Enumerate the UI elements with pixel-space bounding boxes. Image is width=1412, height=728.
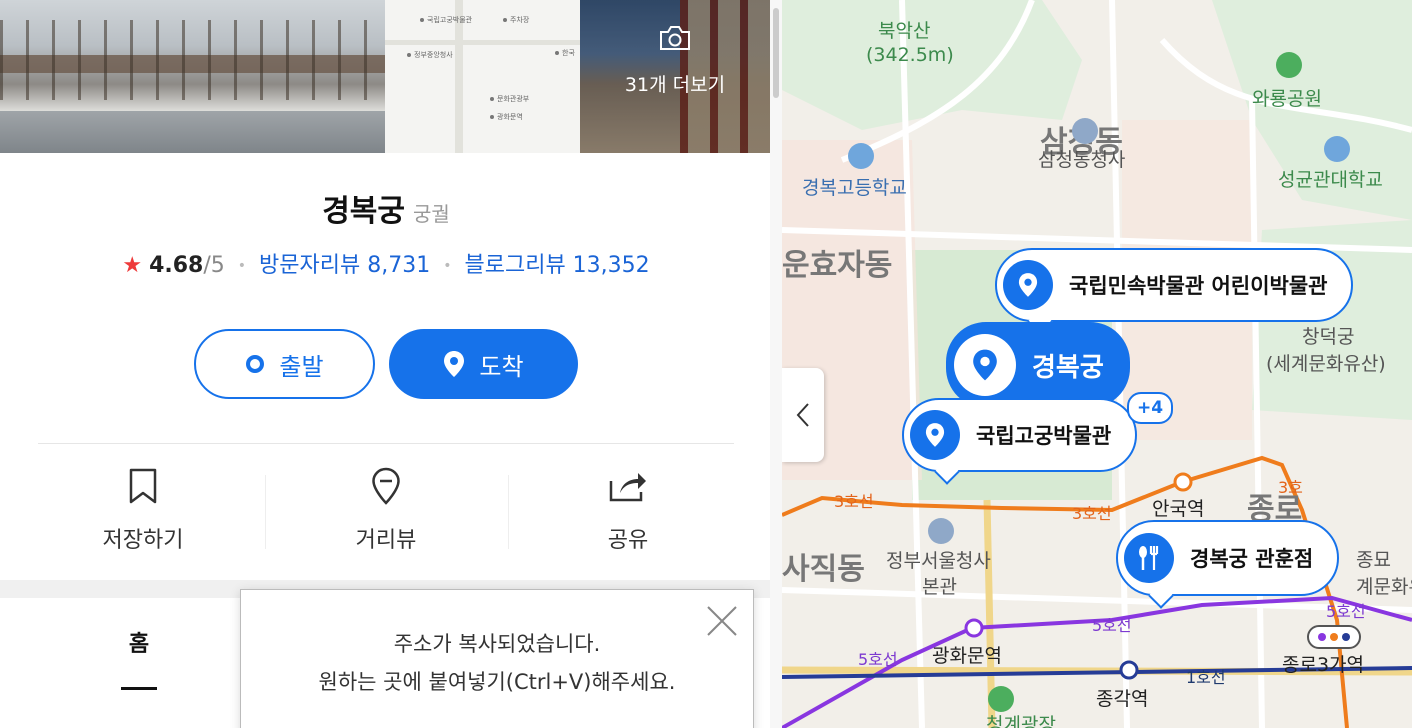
blog-reviews-link[interactable]: 블로그리뷰 13,352 — [464, 253, 649, 278]
start-button[interactable]: 출발 — [194, 329, 375, 399]
map-label: (342.5m) — [866, 44, 954, 66]
subway-line-label: 1호선 — [1186, 668, 1226, 687]
map-label: (세계문화유산) — [1266, 353, 1386, 375]
location-pin-icon — [910, 410, 960, 460]
star-icon: ★ — [122, 253, 143, 278]
station-label: 안국역 — [1152, 498, 1205, 520]
station-label: 광화문역 — [932, 645, 1002, 667]
street-view-label: 거리뷰 — [355, 528, 417, 553]
place-detail-panel: 국립고궁박물관 주차장 정부중앙청사 한국 문화관광부 광화문역 31개 더보기… — [0, 0, 772, 728]
separator-dot: • — [443, 258, 452, 274]
share-action[interactable]: 공유 — [528, 466, 728, 554]
map-label: 북악산 — [878, 20, 931, 42]
rating-row: ★ 4.68/5 • 방문자리뷰 8,731 • 블로그리뷰 13,352 — [0, 247, 772, 279]
street-view-pin-icon — [286, 466, 486, 506]
rating-value: 4.68 — [149, 253, 204, 278]
panel-scrollbar[interactable] — [770, 0, 782, 728]
park-icon — [988, 686, 1014, 712]
separator-dot: • — [237, 258, 247, 274]
map-label: 운효자동 — [782, 248, 893, 283]
more-pins-badge[interactable]: +4 — [1127, 392, 1174, 424]
chevron-left-icon — [796, 403, 809, 427]
tab-home[interactable]: 홈 — [96, 626, 182, 658]
mini-map-label: 문화관광부 — [490, 94, 529, 104]
school-icon — [1324, 136, 1350, 162]
collapse-panel-button[interactable] — [782, 368, 824, 462]
save-label: 저장하기 — [102, 528, 184, 553]
start-dot-icon — [245, 354, 265, 374]
map-pin-label: 경복궁 — [1032, 352, 1104, 383]
divider — [38, 443, 734, 444]
tab-active-indicator — [121, 687, 157, 690]
map-view[interactable]: 북악산 (342.5m) 와룡공원 삼청동 삼청동청사 성균관대학교 경복고등학… — [782, 0, 1412, 728]
map-label: 경복고등학교 — [802, 177, 907, 199]
copy-toast: 주소가 복사되었습니다. 원하는 곳에 붙여넣기(Ctrl+V)해주세요. — [240, 589, 754, 728]
mini-map-label: 한국 — [555, 48, 575, 58]
place-photo-main[interactable] — [0, 0, 385, 153]
place-name: 경복궁 — [322, 194, 405, 229]
location-pin-icon — [1003, 260, 1053, 310]
subway-line-label: 5호선 — [858, 650, 898, 669]
rating-max: /5 — [203, 253, 225, 278]
camera-icon — [660, 26, 690, 50]
street-view-action[interactable]: 거리뷰 — [286, 466, 486, 554]
photo-road — [0, 111, 385, 153]
place-category: 궁궐 — [413, 202, 450, 226]
map-label: 삼청동청사 — [1038, 149, 1126, 171]
share-label: 공유 — [607, 528, 649, 553]
destination-button[interactable]: 도착 — [389, 329, 578, 399]
action-separator — [265, 475, 266, 549]
save-action[interactable]: 저장하기 — [43, 466, 243, 554]
mini-map-label: 광화문역 — [490, 112, 523, 122]
toast-message: 주소가 복사되었습니다. — [393, 632, 601, 656]
map-pin-label: 국립고궁박물관 — [976, 424, 1112, 448]
map-pin-folk-museum[interactable]: 국립민속박물관 어린이박물관 — [995, 248, 1354, 322]
subway-line-label: 5호선 — [1092, 616, 1132, 635]
toast-hint: 원하는 곳에 붙여넣기(Ctrl+V)해주세요. — [318, 670, 676, 694]
map-pin-selected[interactable]: 경복궁 — [946, 322, 1130, 408]
map-pin-restaurant[interactable]: 경복궁 관훈점 — [1116, 520, 1340, 596]
subway-line-label: 3호선 — [1072, 504, 1112, 523]
map-label: 와룡공원 — [1252, 88, 1322, 110]
building-icon — [928, 518, 954, 544]
map-label: 계문화유 — [1356, 576, 1412, 598]
station-label: 종로3가역 — [1282, 654, 1365, 676]
visitor-reviews-link[interactable]: 방문자리뷰 8,731 — [259, 253, 430, 278]
photo-trees — [0, 20, 385, 100]
map-label: 사직동 — [782, 552, 865, 587]
action-separator — [508, 475, 509, 549]
map-label: 청계광장 — [986, 714, 1056, 728]
subway-line-label: 3호선 — [834, 492, 874, 511]
place-title: 경복궁 궁궐 — [0, 186, 772, 230]
more-photos-button[interactable]: 31개 더보기 — [580, 0, 770, 153]
map-label: 본관 — [922, 576, 957, 598]
map-label: 종묘 — [1356, 549, 1391, 571]
subway-line-label: 5호선 — [1326, 602, 1366, 621]
map-pin-label: 경복궁 관훈점 — [1190, 547, 1314, 571]
subway-line-label: 3호 — [1278, 478, 1303, 497]
mini-road — [385, 40, 580, 45]
mini-map-label: 주차장 — [503, 15, 529, 25]
more-photos-label: 31개 더보기 — [624, 74, 726, 96]
scrollbar-thumb[interactable] — [773, 8, 779, 98]
mini-map-label: 국립고궁박물관 — [420, 15, 472, 25]
map-pin-palace-museum[interactable]: 국립고궁박물관 — [902, 398, 1138, 472]
location-pin-icon — [954, 334, 1016, 396]
restaurant-icon — [1124, 533, 1174, 583]
school-icon — [848, 143, 874, 169]
bookmark-icon — [43, 466, 243, 506]
park-icon — [1276, 52, 1302, 78]
map-label: 성균관대학교 — [1278, 169, 1383, 191]
location-pin-icon — [443, 350, 465, 378]
building-icon — [1072, 118, 1098, 144]
station-label: 종각역 — [1096, 688, 1149, 710]
start-button-label: 출발 — [279, 352, 324, 381]
place-photo-mini-map[interactable]: 국립고궁박물관 주차장 정부중앙청사 한국 문화관광부 광화문역 — [385, 0, 580, 153]
destination-button-label: 도착 — [479, 352, 524, 381]
map-label: 정부서울청사 — [886, 550, 991, 572]
map-label: 창덕궁 — [1302, 326, 1355, 348]
mini-map-label: 정부중앙청사 — [407, 50, 453, 60]
share-icon — [528, 466, 728, 506]
map-pin-label: 국립민속박물관 어린이박물관 — [1069, 274, 1328, 298]
